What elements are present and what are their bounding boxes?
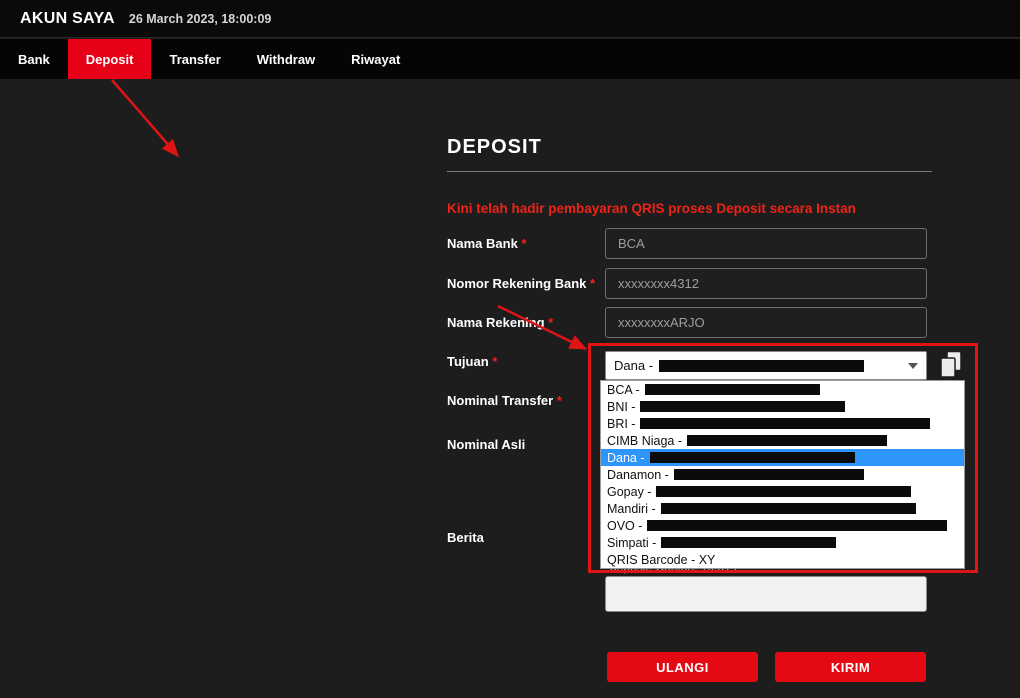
page: AKUN SAYA 26 March 2023, 18:00:09 Bank D…	[0, 0, 1020, 698]
redaction-bar	[647, 520, 947, 531]
dropdown-option-bca[interactable]: BCA -	[601, 381, 964, 398]
field-label-text: Berita	[447, 530, 484, 545]
redaction-bar	[661, 503, 916, 514]
redaction-bar	[661, 537, 836, 548]
field-label-text: Tujuan	[447, 354, 489, 369]
dropdown-option-danamon[interactable]: Danamon -	[601, 466, 964, 483]
nav-item-riwayat[interactable]: Riwayat	[333, 39, 418, 79]
field-label-text: Nominal Asli	[447, 437, 525, 452]
dropdown-option-ovo[interactable]: OVO -	[601, 517, 964, 534]
ulangi-button[interactable]: ULANGI	[607, 652, 758, 682]
dropdown-option-label: BNI -	[607, 400, 635, 414]
field-label-text: Nomor Rekening Bank	[447, 276, 586, 291]
nav-item-deposit[interactable]: Deposit	[68, 39, 152, 79]
dropdown-option-simpati[interactable]: Simpati -	[601, 534, 964, 551]
chevron-down-icon	[908, 363, 918, 369]
header-datetime: 26 March 2023, 18:00:09	[129, 12, 271, 26]
required-asterisk: *	[521, 236, 526, 251]
title-divider	[447, 171, 932, 172]
annotation-arrow	[112, 80, 178, 156]
nomor-rekening-bank-input[interactable]	[605, 268, 927, 299]
dropdown-option-gopay[interactable]: Gopay -	[601, 483, 964, 500]
label-nama-bank: Nama Bank *	[447, 236, 527, 251]
redaction-bar	[656, 486, 911, 497]
dropdown-option-qris-barcode[interactable]: QRIS Barcode - XY	[601, 551, 964, 568]
top-bar: AKUN SAYA 26 March 2023, 18:00:09	[0, 0, 1020, 38]
tujuan-select[interactable]: Dana -	[605, 351, 927, 380]
dropdown-option-bni[interactable]: BNI -	[601, 398, 964, 415]
required-asterisk: *	[557, 393, 562, 408]
dropdown-option-label: OVO -	[607, 519, 642, 533]
label-nama-rekening: Nama Rekening *	[447, 315, 553, 330]
label-nomor-rekening-bank: Nomor Rekening Bank *	[447, 276, 595, 291]
label-nominal-transfer: Nominal Transfer *	[447, 393, 562, 408]
label-tujuan: Tujuan *	[447, 354, 497, 369]
dropdown-option-label: QRIS Barcode - XY	[607, 553, 715, 567]
dropdown-option-cimb-niaga[interactable]: CIMB Niaga -	[601, 432, 964, 449]
dropdown-option-label: BRI -	[607, 417, 635, 431]
dropdown-option-mandiri[interactable]: Mandiri -	[601, 500, 964, 517]
label-berita: Berita	[447, 530, 484, 545]
nav-item-transfer[interactable]: Transfer	[151, 39, 238, 79]
nama-bank-input[interactable]	[605, 228, 927, 259]
field-label-text: Nama Rekening	[447, 315, 545, 330]
redaction-bar	[659, 360, 864, 372]
dropdown-option-label: Mandiri -	[607, 502, 656, 516]
tujuan-dropdown-list: BCA - BNI - BRI - CIMB Niaga - Dana - Da…	[600, 380, 965, 569]
dropdown-option-dana[interactable]: Dana -	[601, 449, 964, 466]
nama-rekening-input[interactable]	[605, 307, 927, 338]
dropdown-option-label: Gopay -	[607, 485, 651, 499]
dropdown-option-label: Simpati -	[607, 536, 656, 550]
app-title: AKUN SAYA	[20, 10, 115, 28]
kirim-button[interactable]: KIRIM	[775, 652, 926, 682]
required-asterisk: *	[548, 315, 553, 330]
required-asterisk: *	[590, 276, 595, 291]
redaction-bar	[674, 469, 864, 480]
nav-item-withdraw[interactable]: Withdraw	[239, 39, 333, 79]
main-nav: Bank Deposit Transfer Withdraw Riwayat	[0, 39, 1020, 79]
redaction-bar	[640, 418, 930, 429]
required-asterisk: *	[492, 354, 497, 369]
redaction-bar	[645, 384, 820, 395]
copy-icon[interactable]	[938, 350, 964, 380]
redaction-bar	[650, 452, 855, 463]
nav-item-bank[interactable]: Bank	[0, 39, 68, 79]
field-label-text: Nama Bank	[447, 236, 518, 251]
dropdown-option-label: Danamon -	[607, 468, 669, 482]
label-nominal-asli: Nominal Asli	[447, 437, 525, 452]
field-label-text: Nominal Transfer	[447, 393, 553, 408]
dropdown-option-bri[interactable]: BRI -	[601, 415, 964, 432]
tujuan-selected-label: Dana -	[614, 358, 653, 373]
qris-notice: Kini telah hadir pembayaran QRIS proses …	[447, 201, 856, 216]
dropdown-option-label: Dana -	[607, 451, 645, 465]
berita-textarea[interactable]	[605, 576, 927, 612]
dropdown-option-label: CIMB Niaga -	[607, 434, 682, 448]
redaction-bar	[640, 401, 845, 412]
redaction-bar	[687, 435, 887, 446]
dropdown-option-label: BCA -	[607, 383, 640, 397]
page-title: DEPOSIT	[447, 136, 542, 159]
